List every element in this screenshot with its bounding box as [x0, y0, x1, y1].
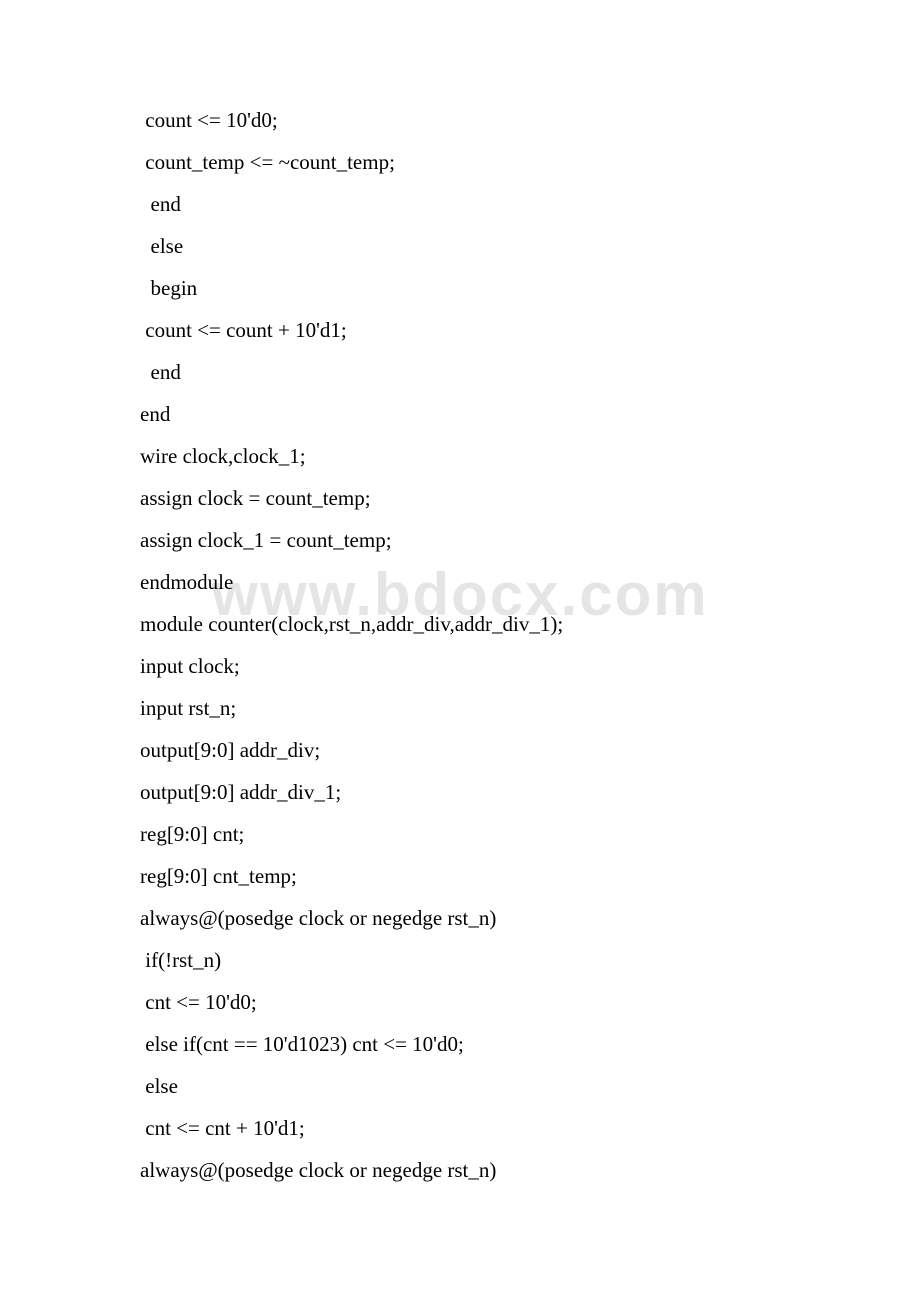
- code-line: if(!rst_n): [140, 950, 780, 971]
- code-line: wire clock,clock_1;: [140, 446, 780, 467]
- code-line: begin: [140, 278, 780, 299]
- code-line: count <= 10'd0;: [140, 110, 780, 131]
- code-line: output[9:0] addr_div;: [140, 740, 780, 761]
- code-line: input rst_n;: [140, 698, 780, 719]
- code-line: end: [140, 404, 780, 425]
- code-line: else: [140, 1076, 780, 1097]
- code-line: reg[9:0] cnt_temp;: [140, 866, 780, 887]
- code-line: input clock;: [140, 656, 780, 677]
- code-line: always@(posedge clock or negedge rst_n): [140, 908, 780, 929]
- code-line: always@(posedge clock or negedge rst_n): [140, 1160, 780, 1181]
- code-line: count_temp <= ~count_temp;: [140, 152, 780, 173]
- code-line: endmodule: [140, 572, 780, 593]
- code-line: count <= count + 10'd1;: [140, 320, 780, 341]
- code-line: cnt <= cnt + 10'd1;: [140, 1118, 780, 1139]
- code-line: output[9:0] addr_div_1;: [140, 782, 780, 803]
- document-page: www.bdocx.com count <= 10'd0; count_temp…: [0, 0, 920, 1302]
- code-line: assign clock_1 = count_temp;: [140, 530, 780, 551]
- code-line: cnt <= 10'd0;: [140, 992, 780, 1013]
- code-line: else if(cnt == 10'd1023) cnt <= 10'd0;: [140, 1034, 780, 1055]
- code-line: else: [140, 236, 780, 257]
- code-line: module counter(clock,rst_n,addr_div,addr…: [140, 614, 780, 635]
- code-line: end: [140, 194, 780, 215]
- code-line: assign clock = count_temp;: [140, 488, 780, 509]
- code-line: reg[9:0] cnt;: [140, 824, 780, 845]
- code-line: end: [140, 362, 780, 383]
